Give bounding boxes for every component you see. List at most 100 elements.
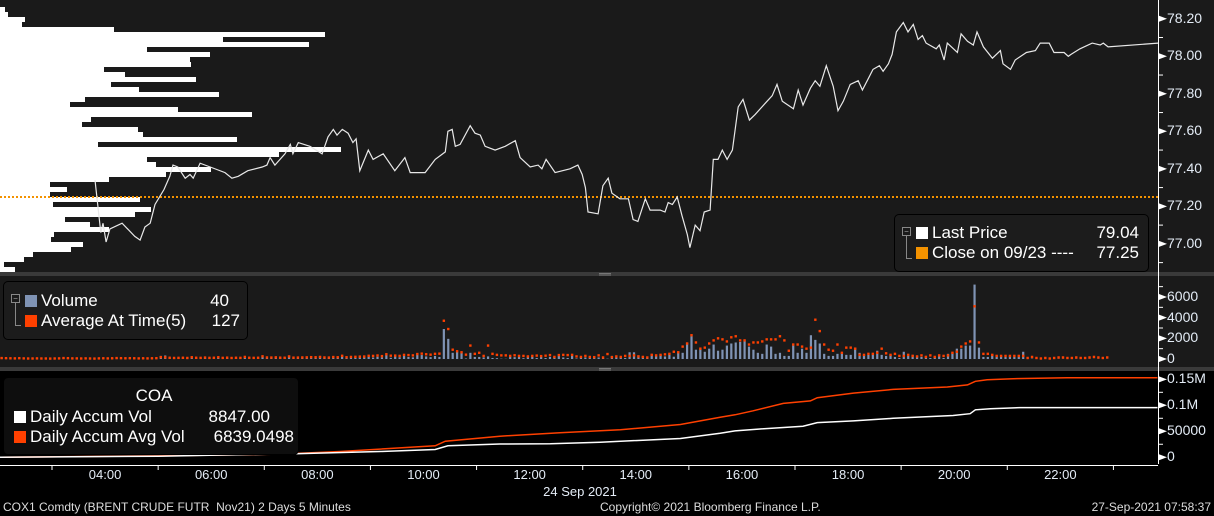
average-dot: [787, 349, 791, 352]
volume-profile-bar: [0, 87, 139, 92]
average-dot: [301, 356, 304, 359]
average-dot: [1035, 356, 1038, 360]
volume-profile-bar: [0, 22, 22, 27]
volume-profile-bar: [0, 207, 151, 212]
average-dot: [889, 353, 892, 357]
average-dot: [84, 357, 87, 360]
volume-bar: [394, 356, 397, 360]
volume-bar: [743, 340, 746, 360]
average-dot: [517, 354, 521, 358]
average-dot: [663, 353, 667, 356]
legend-value: 6839.0498: [213, 427, 294, 446]
volume-bar: [548, 356, 552, 360]
average-dot: [424, 353, 428, 356]
average-dot: [1092, 355, 1096, 359]
average-dot: [208, 356, 211, 360]
average-dot: [239, 356, 242, 360]
average-dot: [71, 357, 74, 360]
average-dot: [385, 353, 388, 356]
average-dot: [548, 353, 552, 357]
average-dot: [1039, 357, 1043, 360]
x-tick-label: 06:00: [194, 467, 228, 482]
average-dot: [738, 339, 742, 342]
average-dot: [845, 346, 848, 349]
volume-profile-bar: [0, 82, 111, 87]
average-dot: [1101, 356, 1105, 360]
y-tick-label: 77.00: [1167, 234, 1203, 251]
volume-bar: [880, 354, 883, 360]
volume-bar: [823, 353, 826, 360]
average-dot: [995, 354, 998, 358]
average-dot: [102, 357, 105, 360]
average-dot: [761, 340, 764, 343]
legend-value: 77.25: [1096, 243, 1139, 262]
average-dot: [1083, 356, 1087, 360]
average-dot: [964, 342, 967, 345]
legend-label: Close on 09/23 ----: [932, 243, 1074, 262]
volume-profile-bar: [0, 77, 196, 82]
volume-bar: [690, 336, 693, 360]
average-dot: [522, 354, 525, 358]
average-dot: [911, 354, 914, 358]
volume-bar: [425, 356, 428, 360]
average-dot: [155, 356, 158, 360]
legend-value: 79.04: [1096, 223, 1139, 242]
average-dot: [500, 354, 503, 357]
legend-item-last-price[interactable]: Last Price 79.04: [916, 223, 1139, 243]
average-dot: [1030, 355, 1034, 359]
volume-bar: [513, 357, 516, 360]
volume-profile-bar: [0, 122, 82, 127]
legend-item-average[interactable]: Average At Time(5) 127: [25, 311, 240, 331]
x-tick-label: 20:00: [937, 467, 971, 482]
volume-bar: [460, 352, 463, 360]
volume-bar: [681, 352, 684, 360]
average-dot: [1079, 356, 1082, 360]
average-dot: [991, 353, 994, 357]
volume-bar: [774, 353, 777, 360]
volume-profile-bar: [0, 177, 109, 182]
average-dot: [371, 354, 375, 358]
average-dot: [402, 353, 406, 357]
average-dot: [1097, 356, 1100, 359]
average-dot: [867, 352, 870, 356]
average-dot: [18, 356, 21, 360]
legend-item-accum-vol[interactable]: Daily Accum Vol 8847.00: [14, 407, 284, 427]
average-dot: [880, 347, 883, 350]
volume-bar: [778, 352, 782, 360]
average-dot: [256, 356, 260, 359]
average-dot: [1026, 356, 1029, 360]
average-dot: [119, 356, 123, 360]
volume-bar: [522, 358, 525, 360]
volume-bar: [920, 356, 923, 360]
volume-bar: [597, 357, 600, 360]
y-tick-label: 2000: [1167, 329, 1199, 346]
legend-value: 40: [210, 291, 229, 310]
volume-bar: [420, 355, 423, 360]
average-dot: [831, 349, 835, 352]
average-dot: [225, 356, 229, 359]
volume-bar: [469, 352, 472, 360]
volume-profile-bar: [0, 222, 90, 227]
volume-bar: [747, 346, 751, 360]
average-dot: [1004, 354, 1007, 358]
average-dot: [929, 354, 932, 357]
volume-bar: [429, 357, 432, 360]
swatch-icon: [14, 411, 26, 423]
volume-bar: [438, 356, 441, 360]
legend-item-accum-avg[interactable]: Daily Accum Avg Vol 6839.0498: [14, 427, 294, 447]
collapse-icon[interactable]: −: [11, 294, 20, 303]
average-dot: [150, 357, 154, 360]
average-dot: [778, 335, 782, 338]
volume-bar: [867, 354, 870, 360]
volume-profile-bar: [0, 227, 109, 232]
y-tick-label: 50000: [1167, 422, 1206, 439]
average-dot: [279, 356, 282, 359]
average-dot: [124, 357, 127, 360]
average-dot: [177, 356, 180, 360]
volume-bar: [787, 355, 790, 360]
legend-item-close[interactable]: Close on 09/23 ---- 77.25: [916, 243, 1139, 263]
average-dot: [1057, 356, 1060, 359]
volume-bar: [486, 356, 490, 360]
collapse-icon[interactable]: −: [902, 227, 911, 236]
legend-item-volume[interactable]: Volume 40: [25, 291, 235, 311]
